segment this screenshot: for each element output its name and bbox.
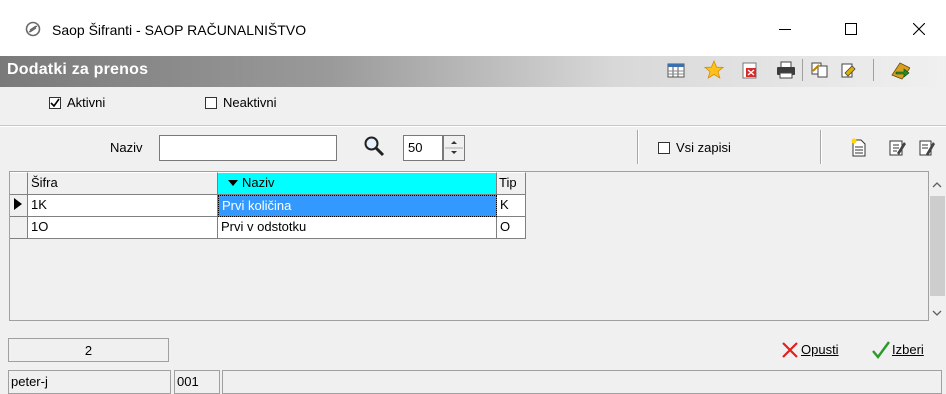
column-header-sifra[interactable]: Šifra: [28, 172, 218, 195]
active-label: Aktivni: [67, 95, 106, 110]
cancel-label: Opusti: [801, 342, 839, 357]
maximize-button[interactable]: [828, 14, 874, 44]
exit-button[interactable]: [890, 60, 910, 80]
search-input[interactable]: [159, 135, 337, 161]
favorite-star-icon: [704, 60, 724, 79]
toolbar-separator: [873, 59, 874, 81]
record-limit-field[interactable]: 50: [403, 135, 443, 161]
new-record-icon: [851, 138, 866, 157]
search-label: Naziv: [110, 140, 143, 155]
edit-record-button[interactable]: [888, 138, 906, 161]
minimize-icon: [779, 29, 791, 30]
search-icon: [364, 136, 385, 157]
user-status: peter-j: [8, 370, 171, 394]
chevron-down-icon: [932, 310, 942, 316]
checkmark-icon: [50, 98, 60, 108]
form-header: Dodatki za prenos: [0, 56, 946, 87]
company-code-status: 001: [174, 370, 220, 394]
status-message: [222, 370, 942, 394]
all-records-checkbox[interactable]: [658, 142, 670, 154]
inactive-checkbox[interactable]: [205, 97, 217, 109]
active-checkbox[interactable]: [49, 97, 61, 109]
export-button[interactable]: [740, 60, 760, 80]
chevron-up-icon: [932, 182, 942, 188]
form-title: Dodatki za prenos: [7, 61, 149, 78]
export-icon: [742, 62, 757, 79]
print-icon: [777, 61, 795, 79]
paste-button[interactable]: [840, 60, 860, 80]
current-row-icon: [14, 198, 22, 210]
column-header-naziv[interactable]: Naziv: [218, 172, 497, 195]
new-record-button[interactable]: [850, 138, 868, 161]
close-icon: [913, 23, 925, 35]
cell-tip[interactable]: O: [497, 217, 526, 239]
checkmark-icon: [872, 341, 890, 359]
paste-icon: [841, 63, 856, 78]
search-row-divider: [0, 125, 946, 127]
saop-logo-icon: [25, 21, 41, 37]
grid-corner-cell: [10, 172, 28, 195]
column-header-tip[interactable]: Tip: [497, 172, 526, 195]
print-button[interactable]: [776, 60, 796, 80]
search-button[interactable]: [363, 135, 385, 160]
record-count: 2: [8, 338, 169, 362]
maximize-icon: [845, 23, 857, 35]
search-separator: [820, 130, 822, 164]
all-records-label: Vsi zapisi: [676, 140, 731, 155]
select-label: Izberi: [892, 342, 924, 357]
exit-icon: [891, 62, 910, 80]
cell-sifra[interactable]: 1K: [28, 195, 218, 217]
spin-arrows-icon: [445, 141, 463, 154]
column-header-naziv-label: Naziv: [242, 175, 275, 190]
minimize-button[interactable]: [762, 14, 808, 44]
sort-descending-icon: [228, 180, 238, 186]
edit-all-button[interactable]: [918, 138, 938, 161]
edit-record-icon: [889, 140, 906, 156]
cell-naziv[interactable]: Prvi količina: [218, 195, 497, 217]
inactive-label: Neaktivni: [223, 95, 277, 110]
copy-button[interactable]: [810, 60, 830, 80]
record-limit-stepper[interactable]: [443, 135, 465, 161]
search-separator: [637, 130, 639, 164]
columns-icon: [667, 63, 685, 78]
copy-icon: [811, 62, 828, 78]
columns-button[interactable]: [666, 60, 686, 80]
toolbar-separator: [802, 59, 803, 81]
cell-naziv[interactable]: Prvi v odstotku: [218, 217, 497, 239]
cell-sifra[interactable]: 1O: [28, 217, 218, 239]
edit-all-icon: [919, 140, 935, 156]
scroll-down-button[interactable]: [932, 305, 942, 320]
row-indicator[interactable]: [10, 217, 28, 239]
window-title: Saop Šifranti - SAOP RAČUNALNIŠTVO: [52, 22, 307, 38]
scroll-up-button[interactable]: [932, 177, 942, 192]
close-button[interactable]: [896, 14, 942, 44]
favorite-button[interactable]: [704, 60, 724, 80]
data-grid[interactable]: Šifra Naziv Tip 1K Prvi količina K 1O Pr…: [9, 171, 929, 321]
cell-tip[interactable]: K: [497, 195, 526, 217]
scroll-thumb[interactable]: [930, 196, 945, 296]
row-indicator[interactable]: [10, 195, 28, 217]
close-x-icon: [782, 342, 798, 358]
